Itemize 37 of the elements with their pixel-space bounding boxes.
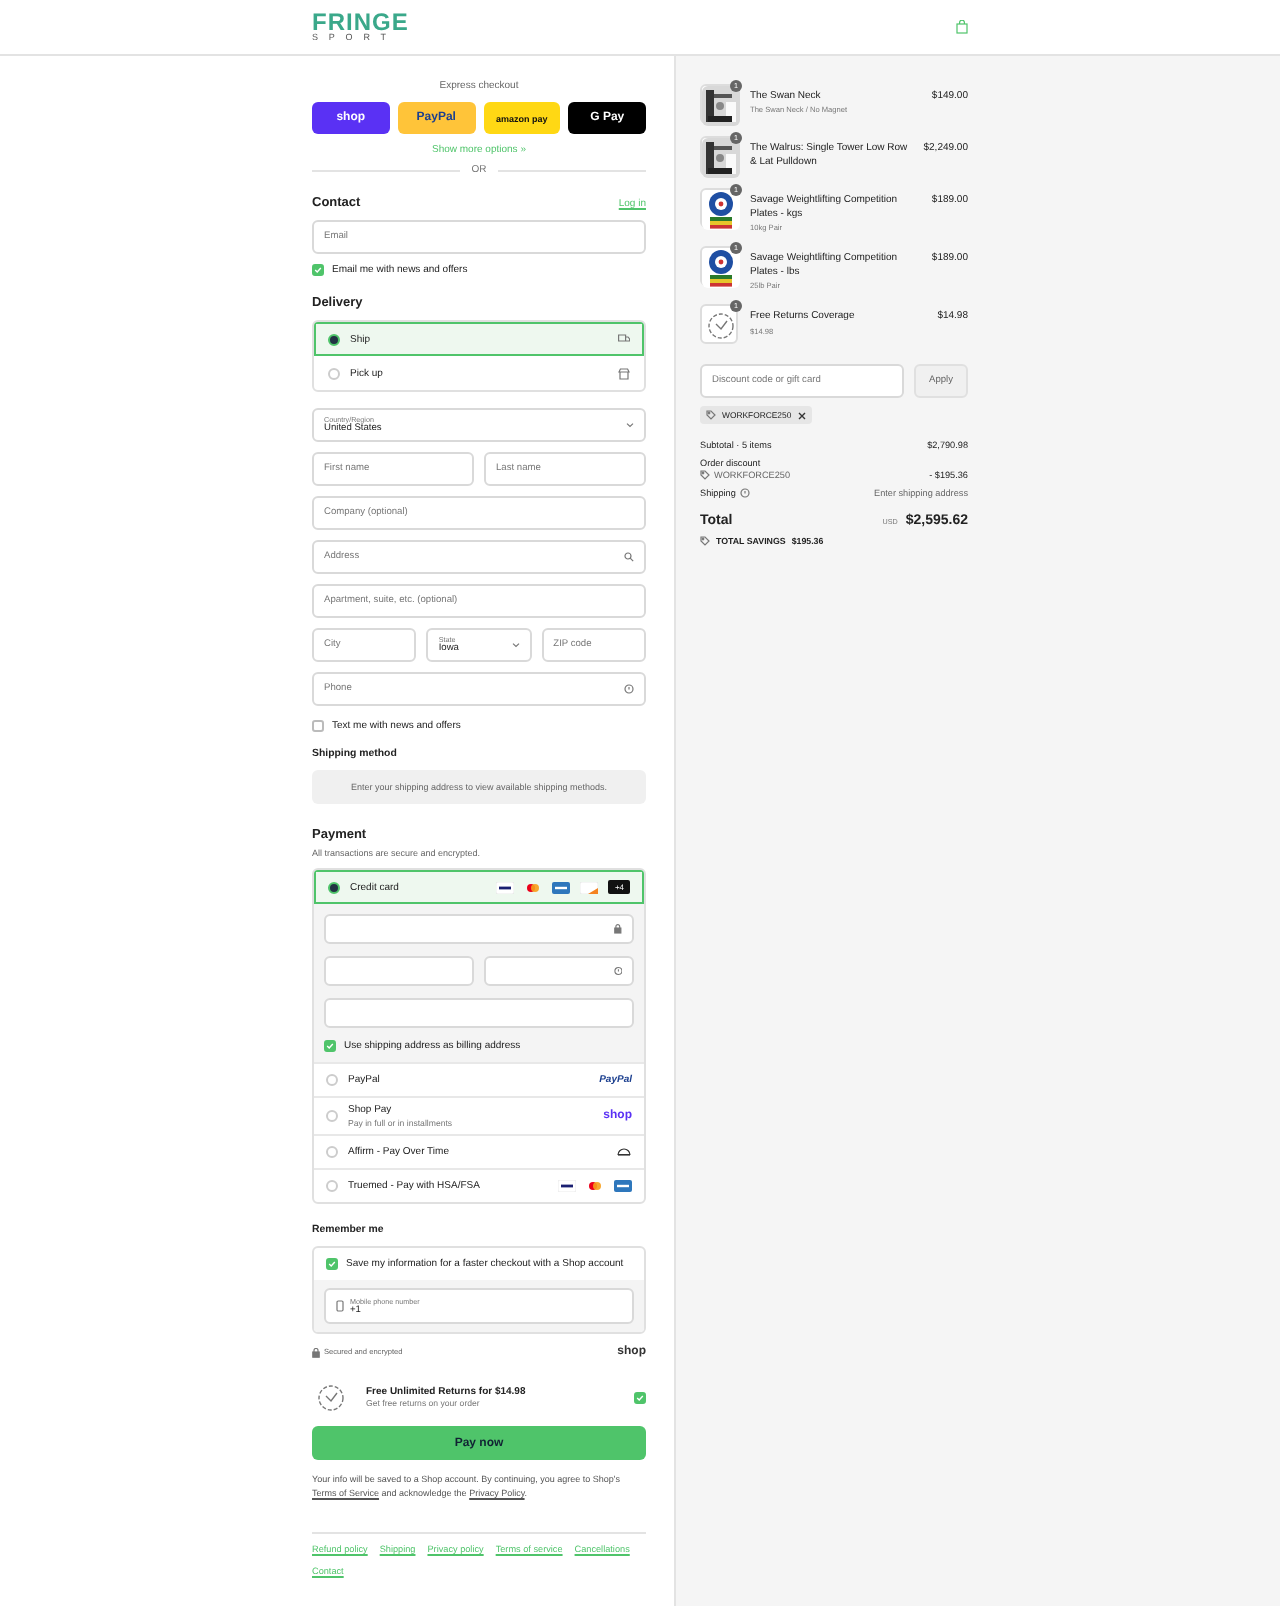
radio-button[interactable] <box>326 1074 338 1086</box>
tag-icon <box>700 470 710 481</box>
phone-icon <box>336 1300 344 1312</box>
name-on-card-field[interactable] <box>324 998 634 1028</box>
help-icon <box>624 684 634 694</box>
radio-button[interactable] <box>328 367 340 379</box>
radio-button[interactable] <box>326 1110 338 1122</box>
close-icon[interactable] <box>797 411 806 420</box>
security-code-field[interactable] <box>484 956 634 986</box>
shopping-bag-icon[interactable] <box>956 20 968 34</box>
card-brand-icon <box>580 881 599 893</box>
search-icon <box>624 552 634 562</box>
checkbox[interactable] <box>312 720 324 732</box>
help-icon <box>613 966 622 976</box>
tag-icon <box>700 536 710 547</box>
checkbox[interactable] <box>312 264 324 276</box>
logo-text: FRINGE <box>312 10 409 35</box>
radio-button[interactable] <box>326 1146 338 1158</box>
help-icon <box>739 488 750 499</box>
tag-icon <box>706 410 716 421</box>
radio-button[interactable] <box>328 333 340 345</box>
card-brand-icon <box>496 881 515 893</box>
checkbox[interactable] <box>634 1392 646 1404</box>
checkbox[interactable] <box>324 1040 336 1052</box>
affirm-logo-icon <box>616 1148 632 1156</box>
store-icon <box>618 367 630 379</box>
card-number-field[interactable] <box>324 914 634 944</box>
lock-icon <box>312 1347 320 1357</box>
truck-icon <box>618 334 630 344</box>
lock-icon <box>614 924 622 934</box>
card-brand-icon <box>558 1180 576 1192</box>
radio-button[interactable] <box>326 1180 338 1192</box>
expiry-field[interactable] <box>324 956 474 986</box>
radio-button[interactable] <box>328 881 340 893</box>
chevron-down-icon <box>626 422 634 428</box>
checkbox[interactable] <box>326 1258 338 1270</box>
chevron-down-icon <box>511 642 520 648</box>
